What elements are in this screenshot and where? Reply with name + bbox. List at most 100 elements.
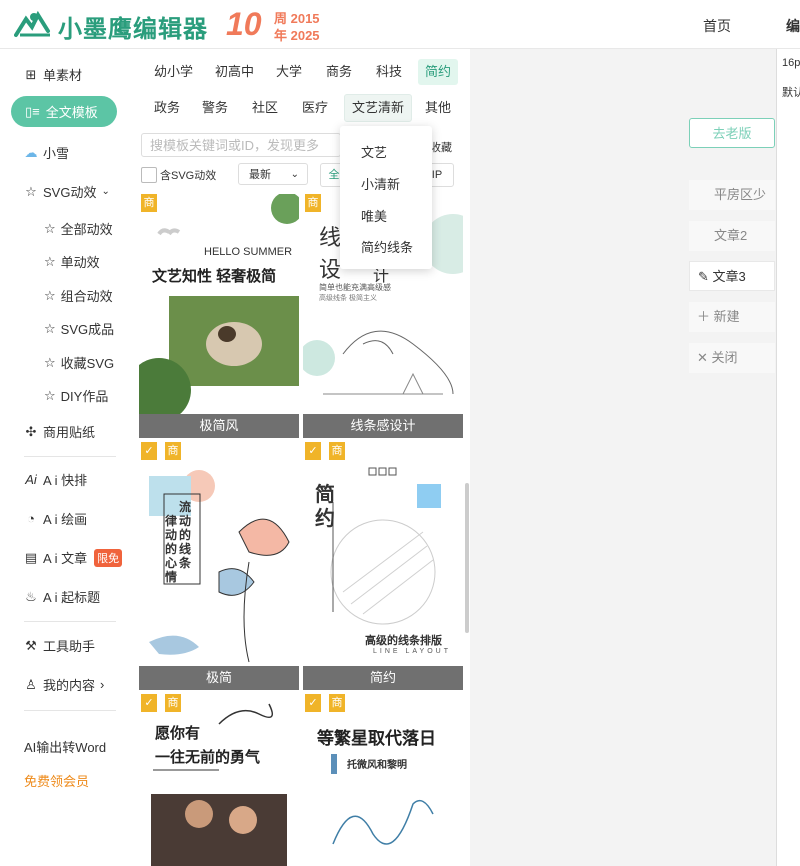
category-other[interactable]: 其他 — [418, 95, 458, 121]
chevron-right-icon: › — [100, 677, 105, 692]
category-tech[interactable]: 科技 — [369, 59, 409, 85]
new-article-button[interactable]: ＋ 新建 — [689, 302, 775, 332]
category-community[interactable]: 社区 — [245, 95, 285, 121]
sidebar-item-full-template[interactable]: ▯≡ 全文模板 — [11, 96, 117, 127]
ai-icon: Ai — [25, 472, 37, 487]
font-size-setting[interactable]: 16p — [782, 57, 800, 69]
free-vip-link[interactable]: 免费领会员 — [24, 771, 89, 790]
category-primary-school[interactable]: 幼小学 — [147, 59, 200, 85]
sidebar-item-ai-draw[interactable]: ◔ A i 绘画 — [24, 509, 87, 528]
template-card-courage[interactable]: ✓ 商 愿你有 一往无前的勇气 — [139, 694, 299, 866]
nav-home-link[interactable]: 首页 — [703, 16, 731, 36]
template-search-input[interactable]: 搜模板关键词或ID，发现更多 — [141, 133, 341, 157]
palette-icon: ◔ — [27, 511, 35, 526]
article-tab-3[interactable]: ✎ 文章3 — [689, 261, 775, 291]
sidebar-sub-single-effect[interactable]: ☆ 单动效 — [44, 252, 100, 271]
category-middle-school[interactable]: 初高中 — [208, 59, 261, 85]
ai-to-word-link[interactable]: AI输出转Word — [24, 737, 106, 756]
commercial-tag: 商 — [305, 194, 321, 212]
sidebar-item-svg-effects[interactable]: ☆ SVG动效 ⌄ — [24, 182, 110, 201]
user-icon: ♙ — [25, 676, 37, 692]
category-minimal[interactable]: 简约 — [418, 59, 459, 85]
star-outline-icon: ☆ — [44, 387, 56, 403]
card-text: 简单也能充满高级感 — [319, 283, 391, 292]
template-card-minimal[interactable]: ✓ 商 流动的线条 律动的心情 极简 — [139, 442, 299, 690]
template-card-minimal-style[interactable]: 商 HELLO SUMMER 文艺知性 轻奢极简 极简风 — [139, 194, 299, 438]
category-police[interactable]: 警务 — [195, 95, 235, 121]
star-outline-icon: ☆ — [44, 354, 56, 370]
card-artwork — [149, 470, 290, 663]
template-card-simple[interactable]: ✓ 商 简 约 高级的线条排版 LINE LAYOUT 简约 — [303, 442, 463, 690]
plus-icon: ＋ — [697, 309, 711, 324]
dropdown-item-aesthetic[interactable]: 唯美 — [361, 206, 387, 225]
sidebar-item-ai-layout[interactable]: Ai A i 快排 — [24, 470, 87, 489]
sidebar-item-tools[interactable]: ⚒ 工具助手 — [24, 636, 95, 655]
card-text: 高级线条 极简主义 — [319, 295, 377, 302]
left-sidebar: ⊞ 单素材 ▯≡ 全文模板 ☁ 小雪 ☆ SVG动效 ⌄ ☆ 全部动效 ☆ 单动效 … — [0, 49, 134, 866]
card-text: 约 — [315, 508, 335, 530]
star-outline-icon: ☆ — [44, 320, 56, 336]
sort-select[interactable]: 最新 ⌄ — [238, 163, 308, 185]
sidebar-item-commercial-stickers[interactable]: ✣ 商用贴纸 — [24, 422, 95, 441]
card-artwork — [331, 754, 434, 845]
template-card-stars-sunset[interactable]: ✓ 商 等繁星取代落日 托微风和黎明 — [303, 694, 463, 866]
commercial-tag: ✓ — [141, 442, 157, 460]
editor-canvas-area — [470, 49, 776, 866]
card-text: 等繁星取代落日 — [317, 729, 436, 748]
category-business[interactable]: 商务 — [319, 59, 359, 85]
sidebar-item-ai-title[interactable]: ♨ A i 起标题 — [24, 587, 100, 606]
card-text: HELLO SUMMER — [204, 246, 293, 258]
svg-effect-checkbox-label: 含SVG动效 — [160, 170, 217, 182]
star-outline-icon: ☆ — [25, 183, 37, 199]
nav-editor-link[interactable]: 编 — [786, 16, 800, 36]
sidebar-item-my-content[interactable]: ♙ 我的内容 › — [24, 675, 104, 694]
dropdown-item-literary[interactable]: 文艺 — [361, 142, 387, 161]
card-text: 愿你有 — [155, 725, 201, 742]
category-government[interactable]: 政务 — [147, 95, 187, 121]
close-icon: ✕ — [697, 350, 708, 365]
dropdown-item-simple-lines[interactable]: 简约线条 — [361, 237, 413, 256]
top-header: 小墨鹰编辑器 10 周 2015 年 2025 首页 编 — [0, 0, 800, 49]
sidebar-sub-all-effects[interactable]: ☆ 全部动效 — [44, 219, 113, 238]
dropdown-item-fresh[interactable]: 小清新 — [361, 174, 400, 193]
sidebar-sub-diy-works[interactable]: ☆ DIY作品 — [44, 386, 108, 405]
commercial-tag: ✓ — [305, 694, 321, 712]
template-list-scrollbar[interactable] — [465, 483, 469, 633]
old-version-button[interactable]: 去老版 — [689, 118, 775, 148]
free-badge: 限免 — [94, 548, 123, 567]
sidebar-sub-fav-svg[interactable]: ☆ 收藏SVG — [44, 353, 114, 372]
anniversary-number: 10 — [226, 6, 262, 42]
sidebar-sub-combo-effect[interactable]: ☆ 组合动效 — [44, 286, 113, 305]
svg-effect-checkbox[interactable] — [141, 167, 157, 183]
card-label: 简约 — [303, 666, 463, 690]
sidebar-item-ai-article[interactable]: ▤ A i 文章 限免 — [24, 548, 123, 567]
commercial-tag: ✓ — [305, 442, 321, 460]
chevron-down-icon: ⌄ — [101, 186, 110, 197]
flame-icon: ♨ — [25, 588, 37, 604]
article-tab-1[interactable]: 平房区少 — [689, 180, 775, 210]
eagle-logo-icon[interactable] — [14, 9, 54, 39]
card-text: 流动的线条 — [179, 500, 192, 570]
card-label: 极简 — [139, 666, 299, 690]
cloud-icon: ☁ — [24, 144, 38, 160]
close-article-button[interactable]: ✕ 关闭 — [689, 343, 775, 373]
default-setting[interactable]: 默认 — [782, 84, 800, 100]
card-text: 线 — [319, 225, 342, 250]
card-text: 设 — [319, 257, 342, 282]
category-university[interactable]: 大学 — [269, 59, 309, 85]
sidebar-item-xiaoxue[interactable]: ☁ 小雪 — [24, 143, 70, 162]
sidebar-item-single-material[interactable]: ⊞ 单素材 — [24, 65, 82, 84]
anniversary-line2: 年 2025 — [274, 28, 320, 43]
category-literary-fresh[interactable]: 文艺清新 — [344, 94, 413, 122]
logo-text[interactable]: 小墨鹰编辑器 — [58, 9, 208, 44]
sidebar-sub-svg-finished[interactable]: ☆ SVG成品 — [44, 319, 114, 338]
article-tab-2[interactable]: 文章2 — [689, 221, 775, 251]
sidebar-divider — [24, 456, 116, 457]
category-medical[interactable]: 医疗 — [295, 95, 335, 121]
subcategory-dropdown: 文艺 小清新 唯美 简约线条 — [340, 126, 432, 269]
card-title: 文艺知性 轻奢极简 — [152, 268, 277, 285]
favorites-filter[interactable]: 收藏 — [430, 139, 452, 155]
star-outline-icon: ☆ — [44, 253, 56, 269]
right-settings-panel — [776, 49, 800, 866]
sidebar-divider — [24, 621, 116, 622]
